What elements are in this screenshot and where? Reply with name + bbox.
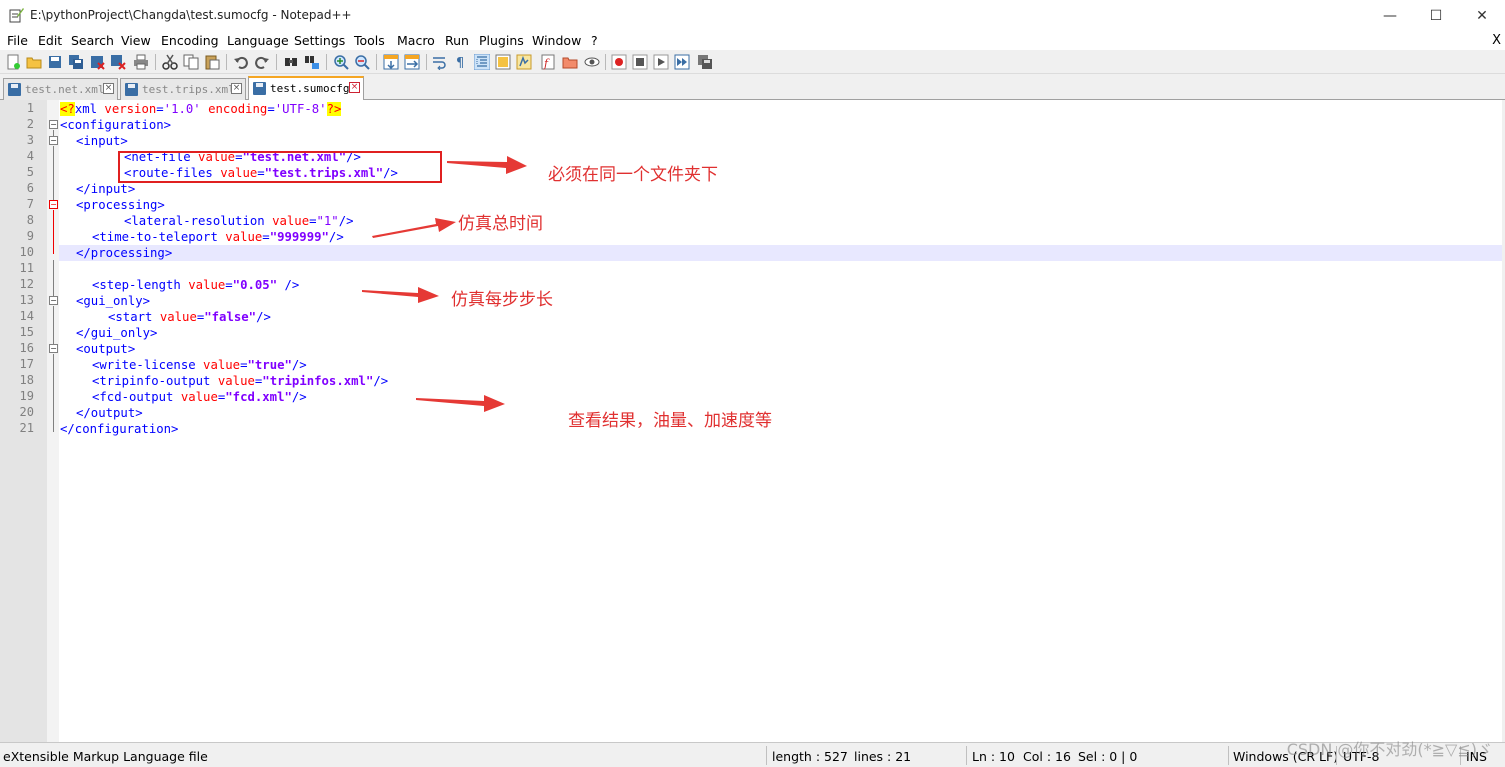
menu-view[interactable]: View [121,33,151,48]
redo-icon[interactable] [254,54,270,70]
maximize-icon: ☐ [1429,7,1443,24]
zoom-out-icon[interactable] [354,54,370,70]
toolbar: ¶ f [0,50,1505,74]
toolbar-separator [276,54,277,70]
minimize-icon: — [1383,7,1397,24]
replace-icon[interactable] [304,54,320,70]
tab-label: test.sumocfg [270,82,350,95]
new-file-icon[interactable] [5,54,21,70]
status-separator [766,746,767,765]
close-window-button[interactable]: ✕ [1459,0,1505,31]
annotation-sim-time: 仿真总时间 [458,214,543,234]
save-icon [8,83,21,96]
save-macro-icon[interactable] [697,54,713,70]
close-icon[interactable]: × [103,83,114,94]
cut-icon[interactable] [162,54,178,70]
copy-icon[interactable] [183,54,199,70]
menu-help[interactable]: ? [591,33,598,48]
toolbar-separator [326,54,327,70]
menu-edit[interactable]: Edit [38,33,62,48]
menu-search[interactable]: Search [71,33,114,48]
arrow-same-folder [447,156,527,174]
status-separator [1228,746,1229,765]
menu-plugins[interactable]: Plugins [479,33,524,48]
record-macro-icon[interactable] [611,54,627,70]
save-icon [125,83,138,96]
annotation-results: 查看结果，油量、加速度等 [568,411,772,431]
title-bar: E:\pythonProject\Changda\test.sumocfg - … [0,0,1505,31]
toolbar-separator [226,54,227,70]
tab-bar: test.net.xml × test.trips.xml × test.sum… [0,74,1505,101]
status-column: Col : 16 [1023,749,1071,764]
paste-icon[interactable] [204,54,220,70]
toolbar-separator [605,54,606,70]
function-list-icon[interactable]: f [540,54,556,70]
window-title: E:\pythonProject\Changda\test.sumocfg - … [30,8,352,22]
status-length: length : 527 [772,749,848,764]
monitoring-icon[interactable] [584,54,600,70]
save-icon [253,82,266,95]
menu-bar: File Edit Search View Encoding Language … [0,31,1505,50]
sync-horizontal-icon[interactable] [404,54,420,70]
watermark: CSDN @你不对劲(*≧▽≦)ゞ [1286,740,1493,759]
user-language-icon[interactable] [495,54,511,70]
find-icon[interactable] [283,54,299,70]
undo-icon[interactable] [233,54,249,70]
toolbar-separator [376,54,377,70]
save-all-icon[interactable] [68,54,84,70]
status-selection: Sel : 0 | 0 [1078,749,1138,764]
status-separator [966,746,967,765]
folder-workspace-icon[interactable] [562,54,578,70]
annotation-same-folder: 必须在同一个文件夹下 [548,165,718,185]
show-all-chars-icon[interactable]: ¶ [453,54,469,70]
save-icon[interactable] [47,54,63,70]
arrow-results [416,395,505,412]
zoom-in-icon[interactable] [333,54,349,70]
svg-text:¶: ¶ [456,56,464,70]
status-line-number: Ln : 10 [972,749,1015,764]
play-macro-icon[interactable] [653,54,669,70]
arrow-step-length [362,287,439,303]
menu-tools[interactable]: Tools [354,33,385,48]
doc-map-icon[interactable] [516,54,532,70]
sync-vertical-icon[interactable] [383,54,399,70]
status-file-type: eXtensible Markup Language file [3,749,208,764]
menu-file[interactable]: File [7,33,28,48]
tab-test-sumocfg[interactable]: test.sumocfg × [248,76,364,101]
word-wrap-icon[interactable] [432,54,448,70]
close-icon[interactable]: × [231,83,242,94]
menu-encoding[interactable]: Encoding [161,33,219,48]
toolbar-separator [426,54,427,70]
close-all-icon[interactable] [110,54,126,70]
indent-guide-icon[interactable] [474,54,490,70]
print-icon[interactable] [133,54,149,70]
minimize-button[interactable]: — [1367,0,1413,31]
menu-run[interactable]: Run [445,33,469,48]
notepad-plus-plus-icon [9,8,24,23]
tab-test-trips-xml[interactable]: test.trips.xml × [120,78,246,100]
status-bar: eXtensible Markup Language file length :… [0,742,1505,767]
menu-window[interactable]: Window [532,33,581,48]
status-lines: lines : 21 [854,749,912,764]
menu-language[interactable]: Language [227,33,289,48]
stop-macro-icon[interactable] [632,54,648,70]
menu-settings[interactable]: Settings [294,33,345,48]
close-icon[interactable] [89,54,105,70]
close-icon: ✕ [1476,7,1488,24]
menu-macro[interactable]: Macro [397,33,435,48]
annotation-step-length: 仿真每步步长 [451,290,553,310]
maximize-button[interactable]: ☐ [1413,0,1459,31]
close-icon[interactable]: × [349,82,360,93]
run-macro-multiple-icon[interactable] [674,54,690,70]
toolbar-separator [155,54,156,70]
open-file-icon[interactable] [26,54,42,70]
close-document-button[interactable]: X [1492,33,1501,48]
code-editor[interactable]: 1 2 3 4 5 6 7 8 9 10 11 12 13 14 15 16 17 18 19 20 21 − − − … [0,100,1505,742]
tab-label: test.trips.xml [142,83,235,96]
arrow-sim-time [372,218,456,238]
tab-label: test.net.xml [25,83,105,96]
tab-test-net-xml[interactable]: test.net.xml × [3,78,118,100]
